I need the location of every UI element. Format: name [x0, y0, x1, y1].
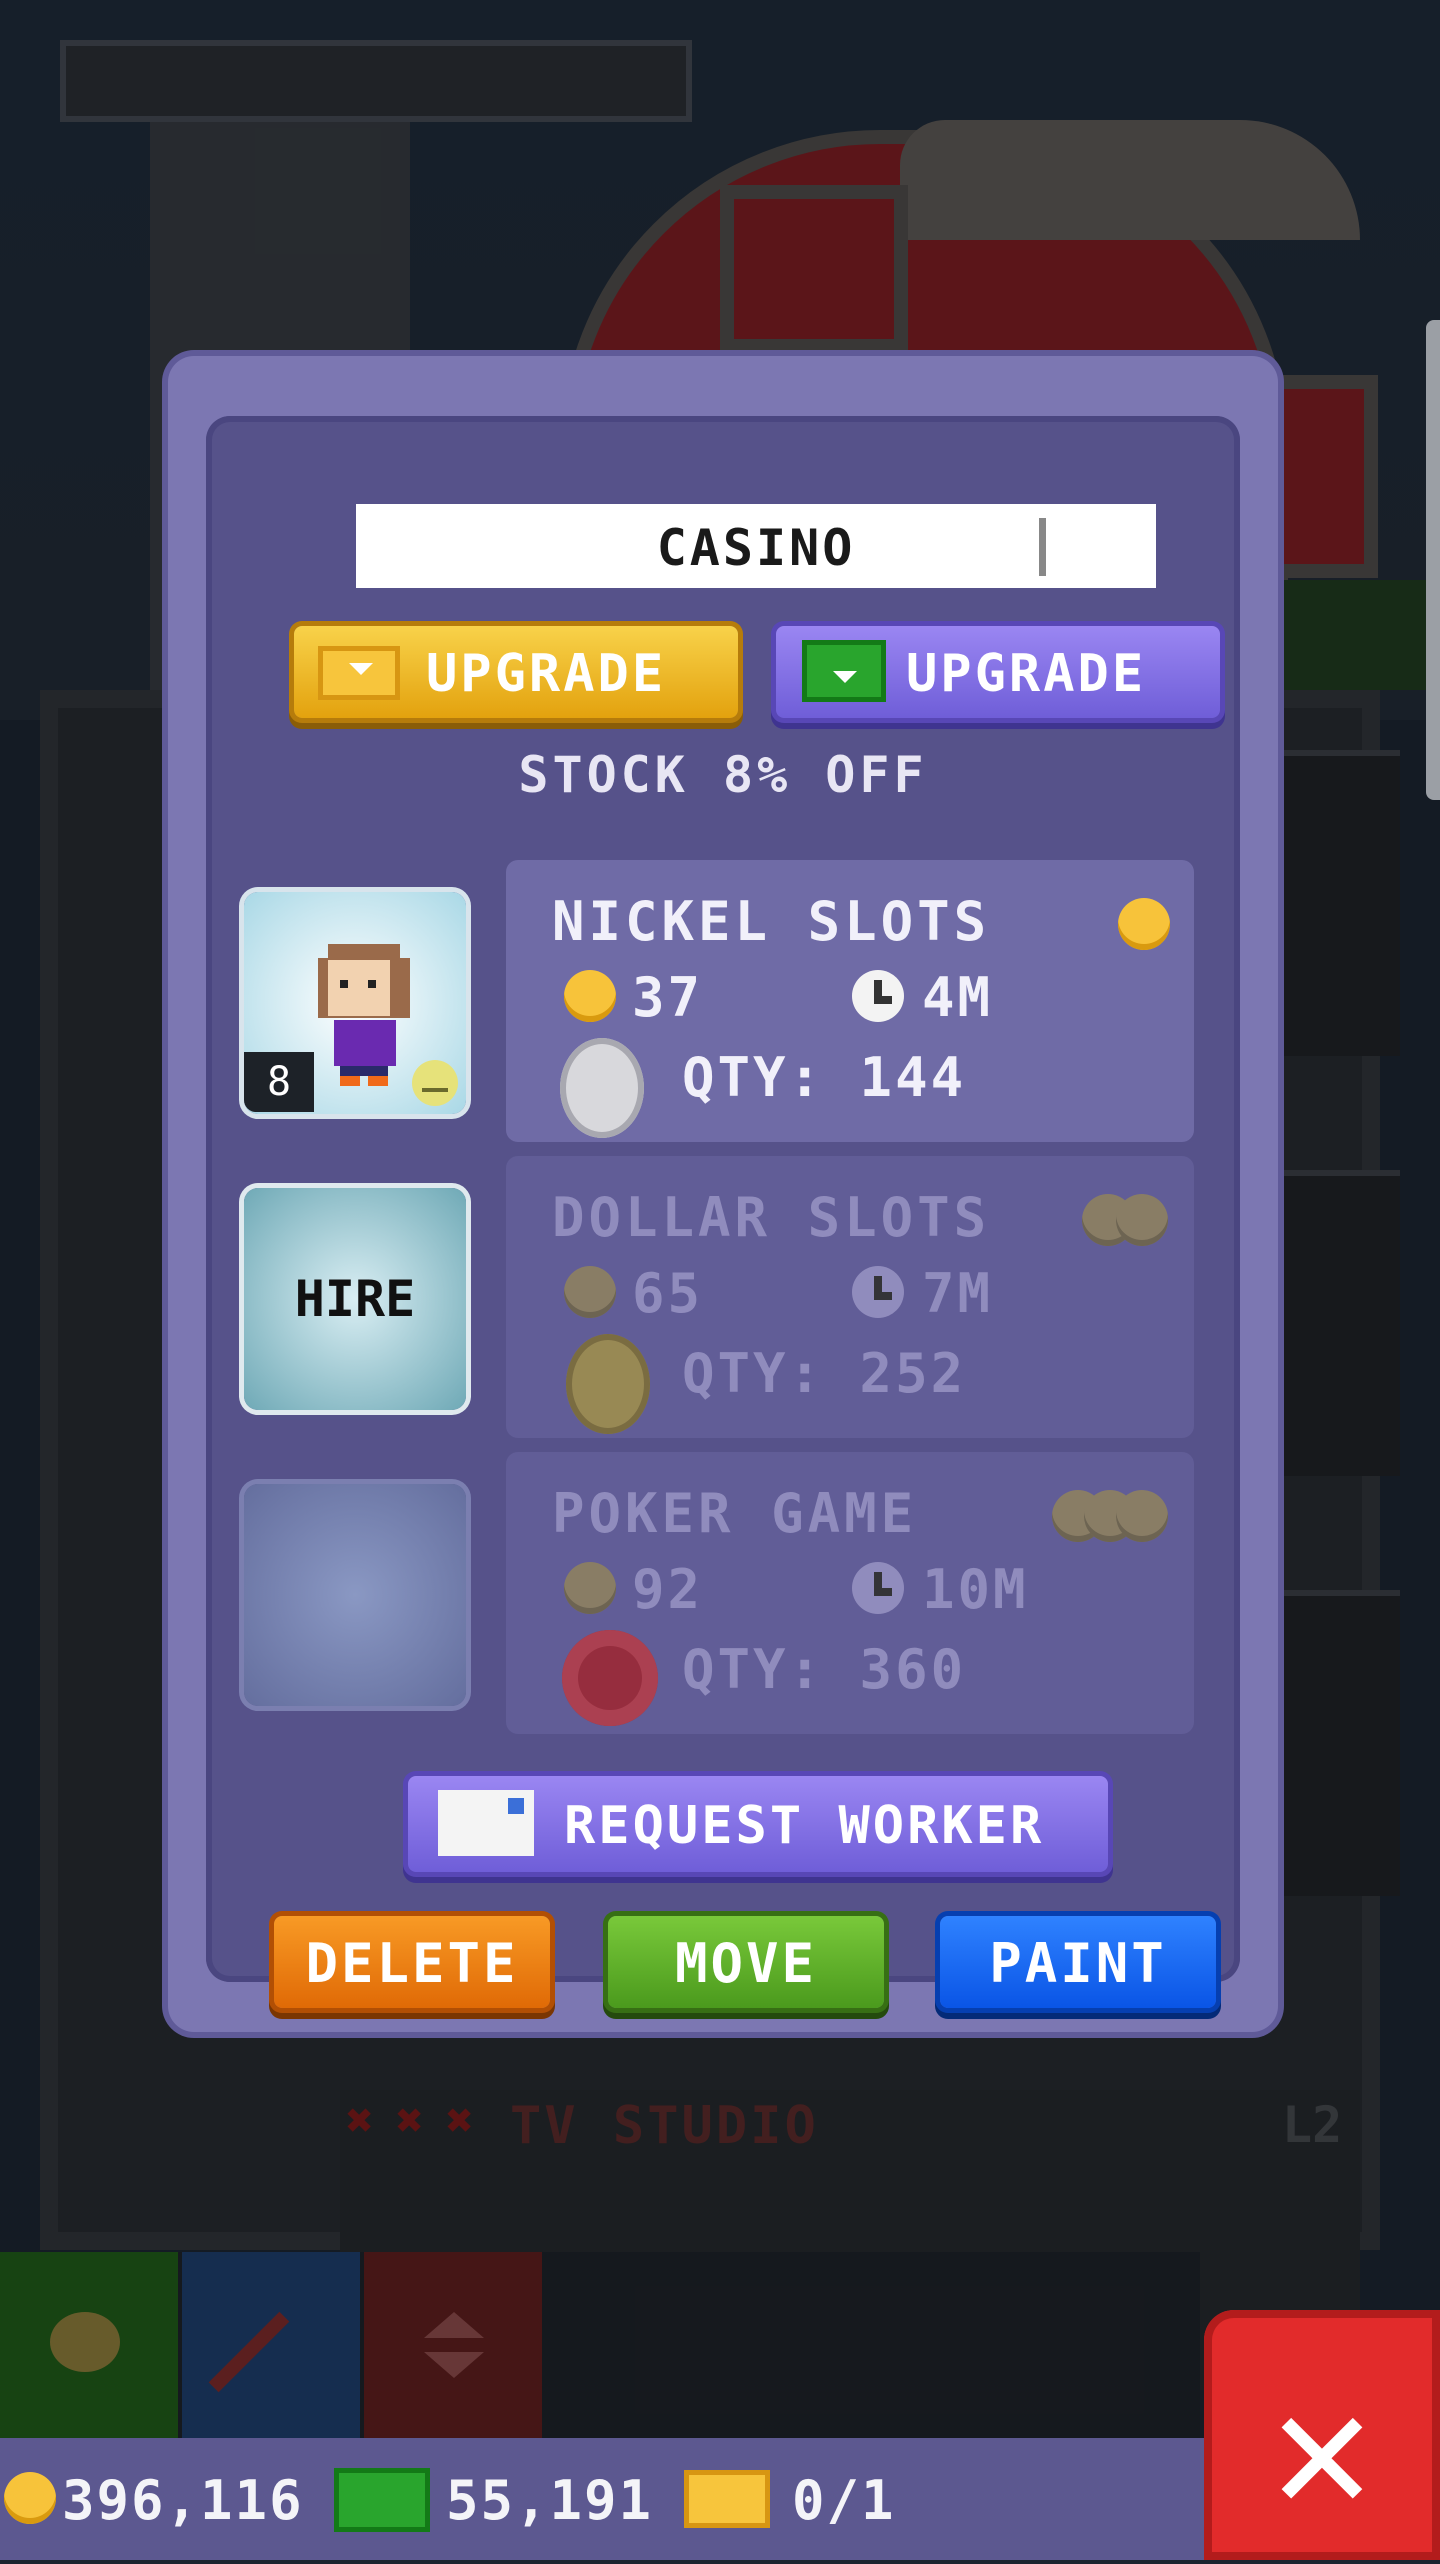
stock-quantity: QTY: 144 — [682, 1046, 967, 1109]
coin-icon — [4, 2472, 56, 2524]
clock-icon — [852, 1266, 904, 1318]
bux-icon — [802, 640, 886, 702]
floor-name-text: CASINO — [656, 519, 856, 577]
hire-label: HIRE — [294, 1270, 416, 1328]
stock-time: 10M — [922, 1558, 1029, 1621]
move-label: MOVE — [674, 1932, 818, 1995]
upgrade-bux-button[interactable]: UPGRADE — [776, 626, 1220, 718]
text-caret — [1039, 518, 1046, 576]
coin-icon — [564, 1562, 616, 1614]
envelope-icon — [438, 1790, 534, 1856]
worker-slot-1[interactable]: 8 — [244, 892, 466, 1114]
paint-label: PAINT — [989, 1932, 1167, 1995]
ticket-icon — [318, 646, 400, 700]
request-worker-button[interactable]: REQUEST WORKER — [408, 1776, 1108, 1872]
upgrade-coins-label: UPGRADE — [426, 644, 667, 704]
delete-label: DELETE — [305, 1932, 519, 1995]
move-button[interactable]: MOVE — [608, 1916, 884, 2008]
upgrade-bux-label: UPGRADE — [906, 644, 1147, 704]
floor-name-input[interactable]: CASINO — [356, 504, 1156, 588]
stock-dollar-slots[interactable]: DOLLAR SLOTS 65 7M QTY: 252 — [506, 1156, 1194, 1438]
ticket-icon — [684, 2470, 770, 2528]
stock-price: 92 — [632, 1558, 704, 1621]
clock-icon — [852, 1562, 904, 1614]
nickel-icon — [560, 1038, 644, 1138]
stock-name: POKER GAME — [552, 1482, 918, 1545]
currency-bar: 396,116 55,191 0/1 — [0, 2438, 1220, 2560]
stock-time: 4M — [922, 966, 994, 1029]
worker-slot-3-empty — [244, 1484, 466, 1706]
close-button[interactable]: ✕ — [1204, 2310, 1440, 2560]
dialog-panel: CASINO UPGRADE UPGRADE STOCK 8% OFF 8 HI… — [206, 416, 1240, 2008]
dollar-coin-icon — [566, 1334, 650, 1434]
worker-avatar — [314, 944, 414, 1094]
clock-icon — [852, 970, 904, 1022]
coin-icon — [564, 970, 616, 1022]
upgrade-coins-button[interactable]: UPGRADE — [294, 626, 738, 718]
poker-chip-icon — [562, 1630, 658, 1726]
request-worker-label: REQUEST WORKER — [564, 1796, 1045, 1856]
paint-button[interactable]: PAINT — [940, 1916, 1216, 2008]
worker-slot-2[interactable]: HIRE — [244, 1188, 466, 1410]
coin-icon — [564, 1266, 616, 1318]
happy-face-icon — [412, 1060, 458, 1106]
stock-nickel-slots[interactable]: NICKEL SLOTS 37 4M QTY: 144 — [506, 860, 1194, 1142]
worker-level-badge: 8 — [244, 1052, 314, 1112]
bux-icon — [334, 2468, 430, 2532]
coins-amount: 396,116 — [62, 2469, 304, 2532]
delete-button[interactable]: DELETE — [274, 1916, 550, 2008]
bux-amount: 55,191 — [446, 2469, 654, 2532]
stock-price: 37 — [632, 966, 704, 1029]
stock-quantity: QTY: 252 — [682, 1342, 967, 1405]
tickets-amount: 0/1 — [792, 2469, 896, 2532]
coin-icon — [1116, 1194, 1168, 1246]
stock-discount-text: STOCK 8% OFF — [518, 746, 928, 804]
coin-icon — [1118, 898, 1170, 950]
stock-poker-game[interactable]: POKER GAME 92 10M QTY: 360 — [506, 1452, 1194, 1734]
stock-quantity: QTY: 360 — [682, 1638, 967, 1701]
coin-icon — [1116, 1490, 1168, 1542]
stock-time: 7M — [922, 1262, 994, 1325]
floor-dialog: CASINO UPGRADE UPGRADE STOCK 8% OFF 8 HI… — [168, 356, 1278, 2032]
close-x-icon: ✕ — [1270, 2351, 1374, 2549]
stock-name: DOLLAR SLOTS — [552, 1186, 991, 1249]
stock-name: NICKEL SLOTS — [552, 890, 991, 953]
stock-price: 65 — [632, 1262, 704, 1325]
